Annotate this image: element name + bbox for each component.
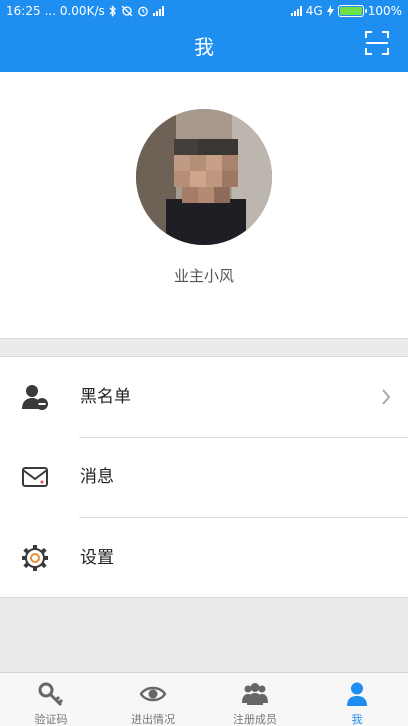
bottom-nav: 验证码 进出情况 注册成员 我 <box>0 672 408 726</box>
bluetooth-icon <box>109 5 116 17</box>
menu-item-label: 消息 <box>80 467 114 487</box>
nav-label: 注册成员 <box>233 713 277 726</box>
menu-item-messages[interactable]: 消息 <box>0 437 408 517</box>
eye-icon <box>139 686 167 702</box>
net-speed: ... 0.00K/s <box>44 4 105 18</box>
signal-icon-2 <box>290 6 302 16</box>
profile-card: 业主小风 <box>0 72 408 339</box>
app-bar: 我 <box>0 22 408 72</box>
nav-tab-access-log[interactable]: 进出情况 <box>102 673 204 726</box>
person-icon <box>347 682 367 706</box>
clock: 16:25 <box>6 4 41 18</box>
battery-icon <box>337 5 367 17</box>
network-type: 4G <box>305 4 323 18</box>
settings-gear-icon <box>22 545 48 571</box>
menu-item-label: 黑名单 <box>80 387 131 407</box>
user-name: 业主小风 <box>173 267 234 285</box>
avatar[interactable] <box>136 109 272 245</box>
nav-label: 进出情况 <box>131 713 175 726</box>
key-icon <box>38 682 64 707</box>
avatar-photo <box>136 109 272 245</box>
menu-item-blacklist[interactable]: 黑名单 <box>0 357 408 437</box>
group-icon <box>242 683 268 705</box>
nav-label: 我 <box>351 713 363 726</box>
nav-label: 验证码 <box>34 713 68 726</box>
menu-item-settings[interactable]: 设置 <box>0 518 408 598</box>
battery-percent: 100% <box>367 4 402 18</box>
nav-tab-verification-code[interactable]: 验证码 <box>0 673 102 726</box>
blacklist-user-icon <box>22 385 48 410</box>
scan-icon[interactable] <box>364 30 390 56</box>
message-envelope-icon <box>22 467 48 487</box>
sync-off-icon <box>121 5 133 17</box>
status-bar: 16:25 ... 0.00K/s 4G 100% <box>0 0 408 22</box>
charging-icon <box>326 5 334 17</box>
nav-tab-members[interactable]: 注册成员 <box>204 673 306 726</box>
screen: 16:25 ... 0.00K/s 4G 100% 我 业主小风 黑名单 消息 … <box>0 0 408 726</box>
signal-icon <box>152 6 164 16</box>
settings-menu: 黑名单 消息 设置 <box>0 356 408 598</box>
alarm-icon <box>137 6 148 17</box>
chevron-right-icon <box>382 389 391 405</box>
page-title: 我 <box>194 35 214 59</box>
menu-item-label: 设置 <box>80 548 114 568</box>
nav-tab-me[interactable]: 我 <box>306 673 408 726</box>
